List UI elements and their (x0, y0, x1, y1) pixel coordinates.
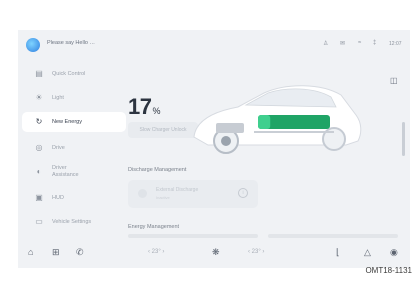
clock-time: 12:07 (389, 41, 402, 47)
info-icon[interactable]: i (238, 188, 248, 198)
sidebar: ▤ Quick Control ☀ Light ↻ New Energy ◎ D… (22, 60, 126, 236)
battery-percentage: 17% (128, 94, 160, 120)
apps-icon[interactable]: ⊞ (52, 247, 60, 257)
sidebar-item-driver-assistance[interactable]: ◐ Driver Assistance (22, 162, 126, 182)
sidebar-item-label: Driver Assistance (52, 165, 79, 179)
figure-caption: OMT18-1131 (365, 266, 412, 275)
external-discharge-card[interactable]: External Discharge Inactive i (128, 180, 258, 208)
sidebar-item-drive[interactable]: ◎ Drive (22, 138, 126, 158)
external-discharge-label: External Discharge (156, 187, 199, 193)
wifi-icon: ≈ (358, 40, 362, 46)
voice-assistant-icon[interactable] (26, 38, 40, 52)
top-bar: Please say Hello … ♙ ✉ ≈ ‡ 12:07 (18, 30, 410, 60)
left-temperature[interactable]: ‹ 23° › (148, 249, 164, 255)
sidebar-item-label: Vehicle Settings (52, 219, 92, 225)
sidebar-item-label: Quick Control (52, 71, 86, 77)
drive-icon: ◎ (35, 143, 43, 152)
charge-port-icon[interactable]: ◫ (390, 76, 398, 85)
vehicle-screen: Please say Hello … ♙ ✉ ≈ ‡ 12:07 ▤ Quick… (18, 30, 410, 268)
battery-unit: % (152, 106, 160, 116)
discharge-management-title: Discharge Management (128, 167, 187, 173)
hazard-icon[interactable]: △ (364, 247, 371, 257)
quick-control-icon: ▤ (35, 69, 43, 78)
sidebar-item-hud[interactable]: ▣ HUD (22, 188, 126, 208)
bottom-dock: ⌂ ⊞ ✆ ‹ 23° › ❋ ‹ 23° › ⌊ △ ◉ (18, 238, 410, 268)
light-icon: ☀ (35, 93, 43, 102)
scrollbar[interactable] (402, 122, 405, 156)
message-icon[interactable]: ✉ (340, 40, 345, 47)
home-icon[interactable]: ⌂ (28, 247, 33, 257)
label-line-2: Assistance (52, 172, 79, 178)
sidebar-item-vehicle-settings[interactable]: ▭ Vehicle Settings (22, 212, 126, 232)
settings-icon[interactable]: ◉ (390, 247, 398, 257)
external-discharge-status: Inactive (156, 195, 170, 200)
person-icon[interactable]: ♙ (323, 40, 328, 47)
sidebar-item-light[interactable]: ☀ Light (22, 88, 126, 108)
driver-assistance-icon: ◐ (36, 167, 42, 176)
energy-management-title: Energy Management (128, 224, 180, 230)
label-line-1: Driver (52, 165, 67, 171)
bluetooth-icon: ‡ (373, 40, 377, 46)
battery-fill (258, 115, 271, 129)
new-energy-icon: ↻ (35, 117, 43, 126)
seat-heat-icon[interactable]: ⌊ (336, 247, 340, 257)
hud-icon: ▣ (35, 193, 43, 202)
vehicle-settings-icon: ▭ (35, 217, 43, 226)
sidebar-item-label: Drive (52, 145, 65, 151)
right-temperature[interactable]: ‹ 23° › (248, 249, 264, 255)
sidebar-item-label: Light (52, 95, 64, 101)
sidebar-item-label: New Energy (52, 119, 82, 125)
voice-prompt[interactable]: Please say Hello … (47, 40, 95, 46)
vehicle-image (193, 85, 362, 154)
discharge-icon (138, 189, 147, 198)
sidebar-item-quick-control[interactable]: ▤ Quick Control (22, 64, 126, 84)
sidebar-item-label: HUD (52, 195, 64, 201)
fan-icon[interactable]: ❋ (212, 247, 220, 257)
sidebar-item-new-energy[interactable]: ↻ New Energy (22, 112, 126, 132)
phone-icon[interactable]: ✆ (76, 247, 84, 257)
battery-value: 17 (128, 94, 152, 119)
